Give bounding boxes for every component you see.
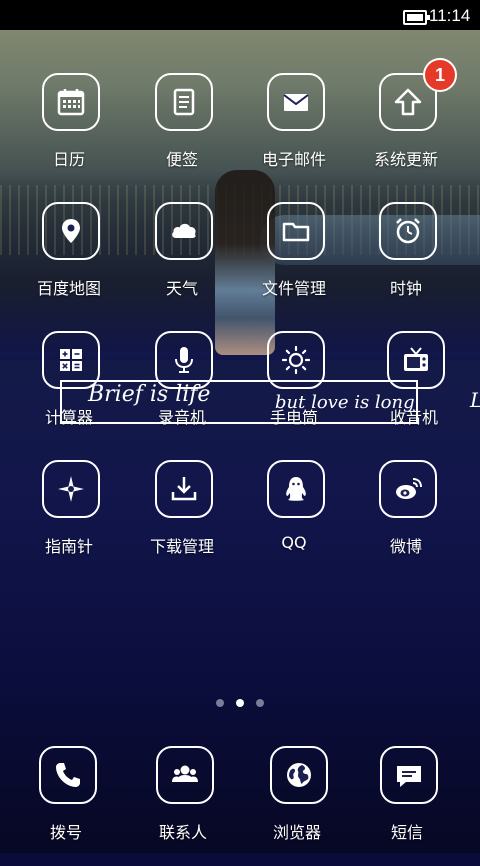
app-label: 联系人 — [158, 823, 207, 842]
calendar-icon — [42, 73, 100, 131]
compass-icon — [42, 460, 100, 518]
app-label: 日历 — [52, 150, 85, 169]
app-label: 便签 — [165, 150, 198, 169]
app-label: 微博 — [389, 537, 422, 556]
app-label: 系统更新 — [373, 150, 438, 169]
alarm-clock-icon — [379, 202, 437, 260]
globe-icon — [270, 746, 328, 804]
app-label: 天气 — [165, 279, 198, 298]
download-icon — [155, 460, 213, 518]
app-label: 浏览器 — [272, 823, 321, 842]
app-clock[interactable]: 时钟 — [356, 202, 460, 322]
app-download-manager[interactable]: 下载管理 — [132, 460, 236, 580]
app-label: QQ — [281, 533, 307, 552]
mail-icon — [267, 73, 325, 131]
app-compass[interactable]: 指南针 — [19, 460, 123, 580]
app-label: 电子邮件 — [261, 150, 326, 169]
wallpaper-slogan-line1: Brief is life — [88, 382, 211, 407]
notes-icon — [155, 73, 213, 131]
app-system-update[interactable]: 1 系统更新 — [356, 58, 460, 193]
battery-icon — [403, 10, 430, 25]
contacts-icon — [156, 746, 214, 804]
status-bar: 11:14 — [0, 0, 480, 30]
app-file-manager[interactable]: 文件管理 — [244, 202, 348, 322]
app-label: 文件管理 — [261, 279, 326, 298]
page-dot-active[interactable] — [236, 699, 244, 707]
weibo-eye-icon — [379, 460, 437, 518]
cloud-icon — [155, 202, 213, 260]
notification-badge: 1 — [423, 58, 457, 92]
phone-icon — [39, 746, 97, 804]
dock-browser[interactable]: 浏览器 — [247, 746, 351, 866]
map-pin-icon — [42, 202, 100, 260]
app-baidu-map[interactable]: 百度地图 — [19, 202, 123, 322]
dock-messages[interactable]: 短信 — [357, 746, 461, 866]
page-indicator — [214, 699, 274, 709]
app-notes[interactable]: 便签 — [132, 73, 236, 193]
message-icon — [380, 746, 438, 804]
app-calendar[interactable]: 日历 — [19, 73, 123, 193]
folder-icon — [267, 202, 325, 260]
app-label: 时钟 — [389, 279, 422, 298]
page-dot[interactable] — [216, 699, 224, 707]
app-label: 短信 — [390, 823, 423, 842]
app-weibo[interactable]: 微博 — [356, 460, 460, 580]
app-label: 指南针 — [44, 537, 93, 556]
dock-phone[interactable]: 拨号 — [16, 746, 120, 866]
wallpaper-slogan-line2: but love is long — [275, 392, 415, 413]
penguin-icon — [267, 460, 325, 518]
app-label: 下载管理 — [149, 537, 214, 556]
wallpaper-slogan-cut: L — [470, 388, 480, 412]
app-weather[interactable]: 天气 — [132, 202, 236, 322]
app-label: 百度地图 — [36, 279, 101, 298]
status-time: 11:14 — [429, 6, 471, 25]
app-qq[interactable]: QQ — [244, 460, 348, 580]
dock-contacts[interactable]: 联系人 — [133, 746, 237, 866]
app-email[interactable]: 电子邮件 — [244, 73, 348, 193]
page-dot[interactable] — [256, 699, 264, 707]
app-label: 拨号 — [49, 823, 82, 842]
